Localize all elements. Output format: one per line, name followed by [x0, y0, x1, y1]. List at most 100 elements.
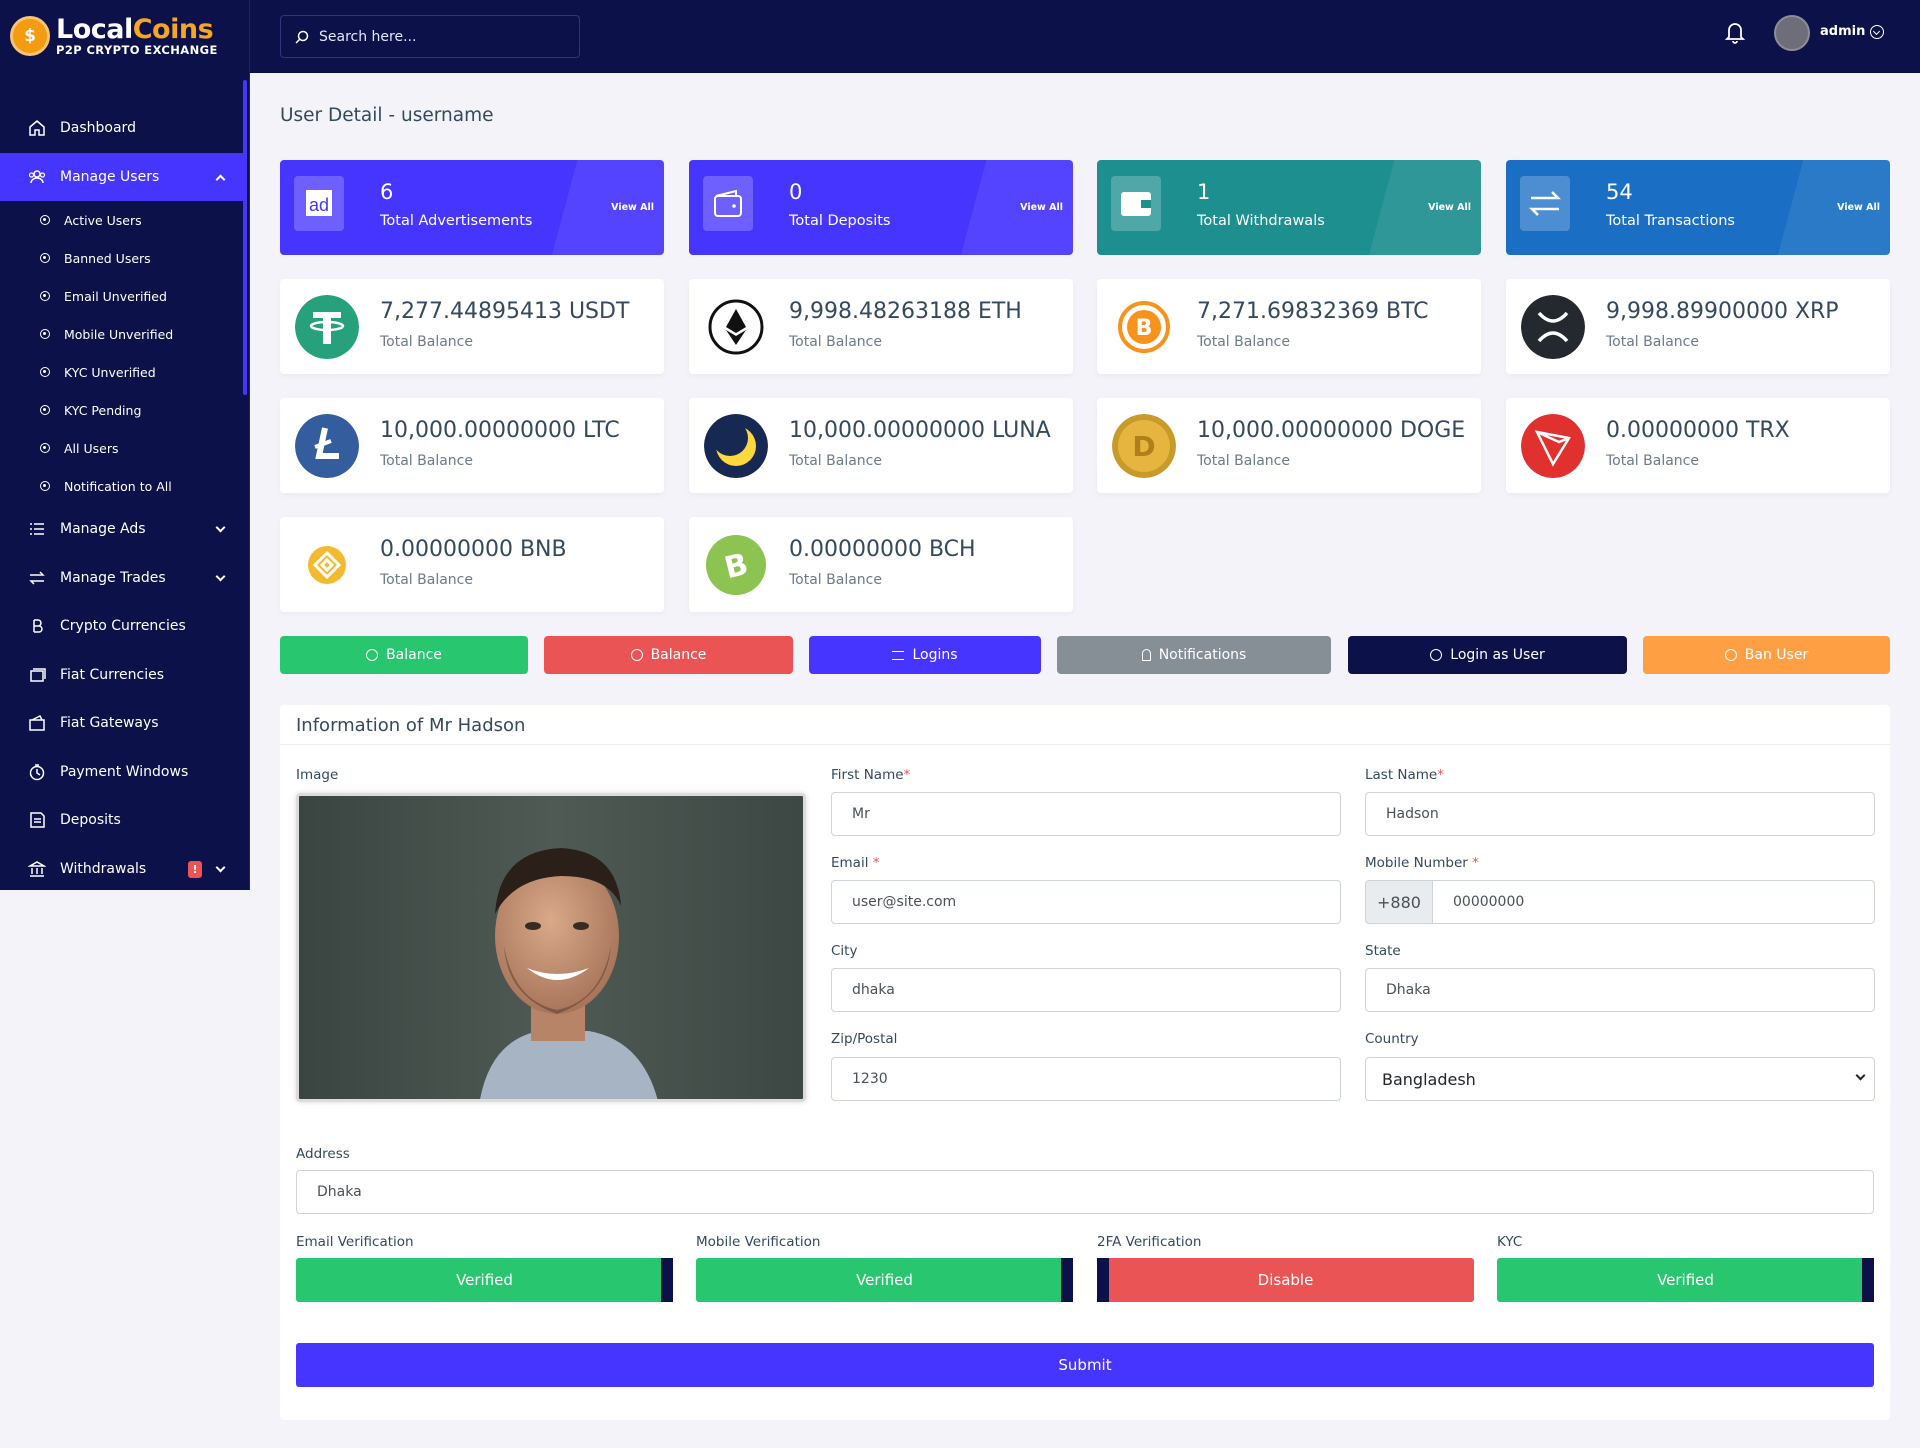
circle-dot-icon [40, 329, 50, 339]
twofa-verification-toggle[interactable]: Disable [1097, 1258, 1474, 1302]
logo[interactable]: LocalCoins P2P CRYPTO EXCHANGE [10, 16, 218, 57]
sidebar-item-label: Manage Trades [60, 569, 166, 586]
balance-card-usdt: 7,277.44895413 USDT Total Balance [280, 279, 664, 374]
mobile-input[interactable] [1432, 880, 1875, 924]
sidebar-subitem-email-unverified[interactable]: Email Unverified [0, 277, 244, 315]
balance-card-luna: 10,000.00000000 LUNA Total Balance [689, 398, 1073, 493]
user-photo[interactable] [296, 793, 806, 1102]
clock-icon [29, 764, 45, 780]
stat-label: Total Withdrawals [1197, 213, 1325, 229]
chevron-down-icon[interactable] [1870, 25, 1884, 39]
balance-label: Total Balance [380, 453, 473, 469]
sidebar-subitem-notification-to-all[interactable]: Notification to All [0, 467, 244, 505]
city-input[interactable] [831, 968, 1341, 1012]
ban-user-button[interactable]: Ban User [1643, 636, 1890, 674]
circle-dot-icon [40, 367, 50, 377]
balance-card-xrp: 9,998.89900000 XRP Total Balance [1506, 279, 1890, 374]
sidebar-subitem-active-users[interactable]: Active Users [0, 201, 244, 239]
zip-input[interactable] [831, 1057, 1341, 1101]
view-all-link[interactable]: View All [611, 202, 654, 213]
sidebar-subitem-mobile-unverified[interactable]: Mobile Unverified [0, 315, 244, 353]
kyc-toggle[interactable]: Verified [1497, 1258, 1874, 1302]
required-marker: * [903, 767, 911, 783]
balance-amount: 9,998.89900000 XRP [1606, 299, 1839, 324]
login-as-user-button[interactable]: Login as User [1348, 636, 1627, 674]
sidebar-item-manage-ads[interactable]: Manage Ads [0, 505, 244, 554]
sidebar-item-withdrawals[interactable]: Withdrawals ! [0, 845, 244, 894]
sidebar-subitem-all-users[interactable]: All Users [0, 429, 244, 467]
brand-name-part1: Local [56, 14, 133, 45]
sidebar-item-label: Crypto Currencies [60, 618, 186, 635]
button-label: Balance [650, 647, 707, 663]
balance-label: Total Balance [380, 334, 473, 350]
button-label: Notifications [1158, 647, 1247, 663]
sidebar-subitem-banned-users[interactable]: Banned Users [0, 239, 244, 277]
stat-total-advertisements: ad 6 Total Advertisements View All [280, 160, 664, 255]
chevron-up-icon [215, 174, 226, 184]
sidebar-item-payment-windows[interactable]: Payment Windows [0, 748, 244, 797]
button-label: Login as User [1450, 647, 1545, 663]
btc-icon: B [1118, 301, 1170, 353]
sidebar-item-crypto-currencies[interactable]: Crypto Currencies [0, 602, 244, 651]
submit-button[interactable]: Submit [296, 1343, 1874, 1387]
circle-dot-icon [40, 253, 50, 263]
circle-dot-icon [40, 215, 50, 225]
toggle-handle [1061, 1258, 1073, 1302]
ban-icon [1724, 649, 1737, 661]
address-input[interactable] [296, 1170, 1874, 1214]
sidebar-item-fiat-currencies[interactable]: Fiat Currencies [0, 651, 244, 700]
money-icon [30, 668, 46, 682]
sidebar-item-label: Manage Ads [60, 521, 146, 538]
minus-circle-icon [630, 649, 643, 661]
balance-amount: 10,000.00000000 DOGE [1197, 418, 1466, 443]
sidebar-item-manage-trades[interactable]: Manage Trades [0, 554, 244, 603]
view-all-link[interactable]: View All [1020, 202, 1063, 213]
balance-label: Total Balance [1197, 453, 1290, 469]
last-name-input[interactable] [1365, 792, 1875, 836]
user-name[interactable]: admin [1820, 24, 1865, 39]
country-label: Country [1365, 1031, 1419, 1047]
circle-dot-icon [40, 443, 50, 453]
notifications-button[interactable]: Notifications [1057, 636, 1331, 674]
state-input[interactable] [1365, 968, 1875, 1012]
balance-amount: 7,277.44895413 USDT [380, 299, 630, 324]
email-field[interactable] [831, 880, 1341, 924]
bitcoin-icon [33, 619, 43, 633]
view-all-link[interactable]: View All [1837, 202, 1880, 213]
first-name-input[interactable] [831, 792, 1341, 836]
sidebar-nav: Dashboard Manage Users Active Users Bann… [0, 104, 244, 893]
balance-card-trx: 0.00000000 TRX Total Balance [1506, 398, 1890, 493]
search-box[interactable] [280, 15, 580, 58]
balance-label: Total Balance [789, 572, 882, 588]
balance-amount: 0.00000000 BNB [380, 537, 567, 562]
sidebar-subitem-kyc-unverified[interactable]: KYC Unverified [0, 353, 244, 391]
email-verification-toggle[interactable]: Verified [296, 1258, 673, 1302]
sidebar-item-fiat-gateways[interactable]: Fiat Gateways [0, 699, 244, 748]
subtract-balance-button[interactable]: Balance [544, 636, 793, 674]
view-all-link[interactable]: View All [1428, 202, 1471, 213]
sidebar-item-dashboard[interactable]: Dashboard [0, 104, 244, 153]
login-icon [1430, 649, 1443, 661]
chevron-down-icon [215, 862, 226, 872]
sidebar-subitem-label: KYC Unverified [64, 364, 156, 380]
circle-dot-icon [40, 291, 50, 301]
sidebar-subitem-kyc-pending[interactable]: KYC Pending [0, 391, 244, 429]
sidebar-item-deposits[interactable]: Deposits [0, 796, 244, 845]
search-input[interactable] [319, 28, 559, 45]
toggle-state: Verified [856, 1271, 913, 1289]
brand-tagline: P2P CRYPTO EXCHANGE [56, 43, 218, 57]
top-bar: admin [0, 0, 1920, 73]
sidebar: LocalCoins P2P CRYPTO EXCHANGE Dashboard… [0, 0, 250, 890]
email-verification-label: Email Verification [296, 1234, 414, 1250]
mobile-verification-toggle[interactable]: Verified [696, 1258, 1073, 1302]
add-balance-button[interactable]: Balance [280, 636, 528, 674]
stat-value: 0 [789, 180, 803, 204]
usdt-icon [295, 295, 359, 359]
country-select[interactable]: Bangladesh [1365, 1057, 1875, 1101]
avatar[interactable] [1774, 15, 1810, 51]
logins-button[interactable]: Logins [809, 636, 1041, 674]
last-name-label: Last Name [1365, 767, 1438, 783]
sidebar-item-manage-users[interactable]: Manage Users [0, 152, 244, 201]
sidebar-subitem-label: Notification to All [64, 478, 172, 494]
bell-icon[interactable] [1724, 20, 1746, 44]
